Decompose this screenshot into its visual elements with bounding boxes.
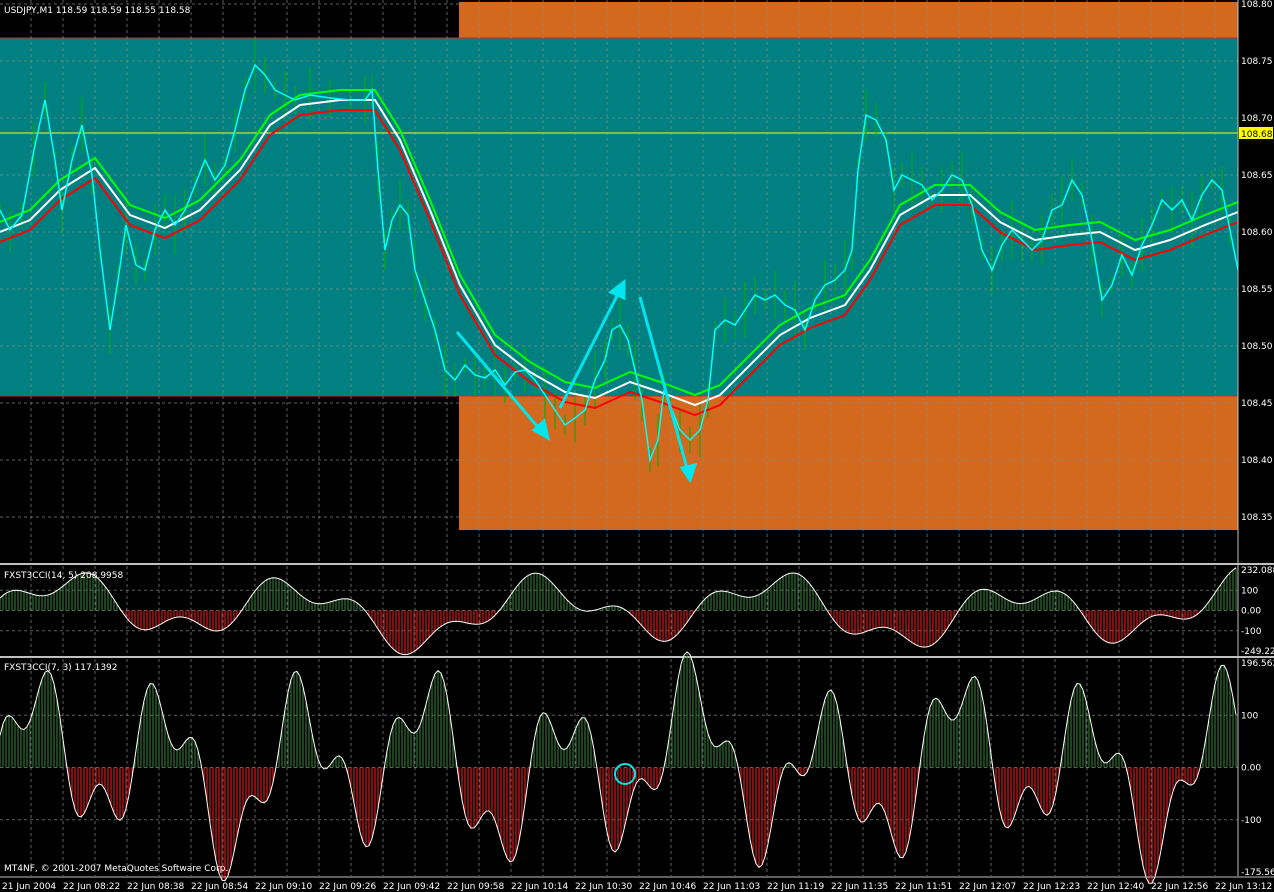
- time-tick-label: 22 Jun 12:40: [1087, 882, 1144, 892]
- time-tick-label: 22 Jun 09:42: [383, 882, 440, 892]
- time-tick-label: 22 Jun 11:19: [767, 882, 824, 892]
- price-tick-label: 108.50: [1241, 342, 1273, 352]
- price-tick-label: 108.70: [1241, 114, 1273, 124]
- time-tick-label: 22 Jun 12:56: [1151, 882, 1208, 892]
- cci1-line: [0, 567, 1237, 656]
- price-axis-bg: [1238, 0, 1274, 563]
- cci-tick-label: 232.088: [1241, 566, 1274, 576]
- time-tick-label: 21 Jun 2004: [2, 882, 56, 892]
- current-price-label: 108.68: [1241, 130, 1273, 140]
- time-tick-label: 22 Jun 11:03: [703, 882, 760, 892]
- time-tick-label: 22 Jun 10:46: [639, 882, 696, 892]
- copyright-text: MT4NF, © 2001-2007 MetaQuotes Software C…: [4, 864, 228, 874]
- price-tick-label: 108.35: [1241, 513, 1273, 523]
- price-tick-label: 108.40: [1241, 456, 1273, 466]
- price-tick-label: 108.60: [1241, 228, 1273, 238]
- cci1-header: FXST3CCI(14, 5) 208.9958: [4, 571, 124, 581]
- time-tick-label: 22 Jun 09:58: [447, 882, 504, 892]
- time-tick-label: 22 Jun 13:12: [1215, 882, 1272, 892]
- cci-tick-label: 0.00: [1241, 764, 1261, 774]
- price-tick-label: 108.45: [1241, 399, 1273, 409]
- price-tick-label: 108.55: [1241, 285, 1273, 295]
- price-tick-label: 108.80: [1241, 0, 1273, 10]
- price-tick-label: 108.75: [1241, 57, 1273, 67]
- symbol-header: USDJPY,M1 118.59 118.59 118.55 118.58: [4, 6, 191, 16]
- price-chart-pane[interactable]: USDJPY,M1 118.59 118.59 118.55 118.58: [0, 0, 1239, 563]
- time-tick-label: 22 Jun 08:54: [191, 882, 248, 892]
- chart-window[interactable]: USDJPY,M1 118.59 118.59 118.55 118.58 10…: [0, 0, 1274, 892]
- time-axis[interactable]: 21 Jun 2004 22 Jun 08:22 22 Jun 08:38 22 Ju…: [0, 876, 1274, 892]
- price-tick-label: 108.65: [1241, 171, 1273, 181]
- cci-tick-label: -249.227: [1241, 647, 1274, 657]
- cci-tick-label: 100: [1241, 711, 1258, 721]
- upper-orange-zone: [459, 2, 1238, 38]
- price-axis[interactable]: 108.80 108.75 108.70 108.65 108.60 108.55 108.…: [1237, 0, 1274, 563]
- time-tick-label: 22 Jun 11:35: [831, 882, 888, 892]
- lower-orange-zone: [459, 396, 1238, 530]
- trading-terminal: USDJPY,M1 118.59 118.59 118.55 118.58 10…: [0, 0, 1274, 892]
- cci-tick-label: 196.562: [1241, 659, 1274, 669]
- time-tick-label: 22 Jun 12:23: [1023, 882, 1080, 892]
- time-tick-label: 22 Jun 09:10: [255, 882, 312, 892]
- time-tick-label: 22 Jun 10:30: [575, 882, 632, 892]
- time-tick-label: 22 Jun 11:51: [895, 882, 952, 892]
- cci-tick-label: 100: [1241, 586, 1258, 596]
- cci-14-5-pane[interactable]: FXST3CCI(14, 5) 208.9958 232.088 100 0.00 -…: [0, 565, 1274, 657]
- cci-tick-label: -100: [1241, 816, 1262, 826]
- cci-tick-label: -100: [1241, 627, 1262, 637]
- time-tick-label: 22 Jun 10:14: [511, 882, 568, 892]
- cci-7-3-pane[interactable]: FXST3CCI(7, 3) 117.1392 MT4NF, © 2001-20…: [0, 651, 1274, 884]
- time-tick-label: 22 Jun 08:22: [63, 882, 120, 892]
- cci-tick-label: 0.00: [1241, 607, 1261, 617]
- time-tick-label: 22 Jun 08:38: [127, 882, 184, 892]
- cci1-histogram: [0, 567, 1237, 655]
- cci2-header: FXST3CCI(7, 3) 117.1392: [4, 663, 118, 673]
- time-tick-label: 22 Jun 09:26: [319, 882, 376, 892]
- time-tick-label: 22 Jun 12:07: [959, 882, 1016, 892]
